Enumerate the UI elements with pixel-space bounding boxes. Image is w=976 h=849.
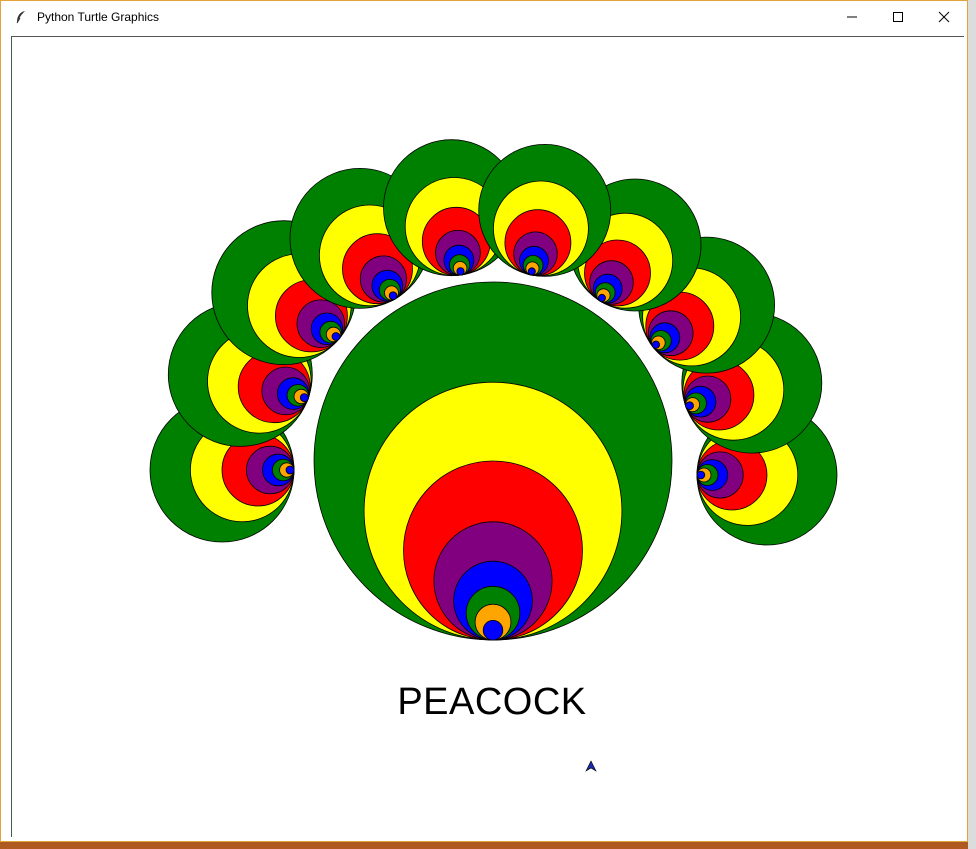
feather-ring (285, 465, 295, 475)
feather-ring (331, 332, 341, 341)
feather-ring (482, 620, 504, 641)
feather-ring (685, 401, 694, 411)
feather-ring (299, 393, 309, 403)
turtle-window: Python Turtle Graphics PEACOCK (0, 0, 968, 842)
maximize-icon (893, 11, 903, 22)
feather-6 (478, 143, 612, 277)
feather-ring (597, 293, 606, 302)
maximize-button[interactable] (875, 1, 921, 32)
feather-ring (527, 267, 536, 276)
close-icon (938, 11, 950, 22)
window-title: Python Turtle Graphics (37, 9, 160, 24)
turtle-arrow-icon (585, 759, 597, 777)
feather-ring (696, 470, 706, 480)
close-button[interactable] (921, 1, 967, 32)
minimize-icon (847, 16, 857, 17)
window-controls (829, 1, 967, 32)
feather-ring (651, 340, 661, 349)
title-bar[interactable]: Python Turtle Graphics (1, 1, 967, 32)
feather-icon (13, 9, 29, 25)
feather-ring (388, 291, 398, 301)
peacock-title: PEACOCK (397, 681, 587, 723)
feather-ring (456, 267, 465, 276)
peacock-body (313, 281, 673, 641)
minimize-button[interactable] (829, 1, 875, 32)
